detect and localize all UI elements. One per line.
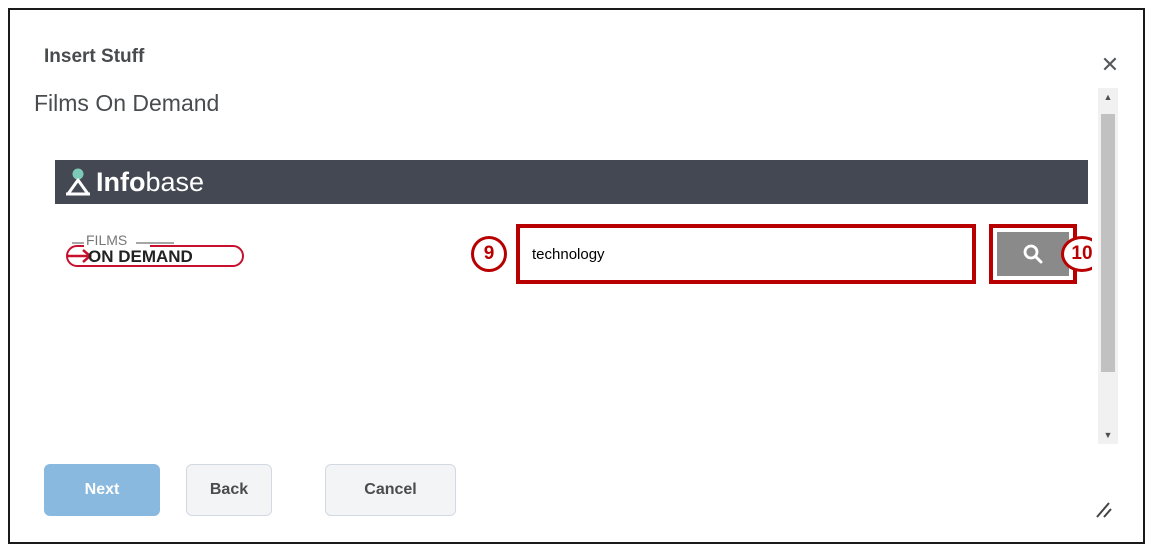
scroll-down-arrow-icon[interactable]: ▼ bbox=[1098, 426, 1118, 444]
resize-grip-icon[interactable] bbox=[1093, 497, 1117, 521]
close-icon: ✕ bbox=[1100, 52, 1120, 77]
back-button[interactable]: Back bbox=[186, 464, 272, 516]
callout-9: 9 bbox=[471, 236, 507, 272]
search-icon bbox=[1023, 244, 1043, 264]
fod-logo-line2: ON DEMAND bbox=[88, 247, 193, 266]
search-input[interactable] bbox=[532, 242, 952, 266]
infobase-person-icon bbox=[66, 168, 90, 196]
dialog-title: Insert Stuff bbox=[44, 46, 145, 67]
vertical-scrollbar[interactable]: ▲ ▼ bbox=[1098, 88, 1118, 444]
search-field[interactable] bbox=[516, 224, 976, 284]
close-button[interactable]: ✕ bbox=[1095, 50, 1125, 80]
section-heading: Films On Demand bbox=[34, 90, 220, 116]
scroll-thumb[interactable] bbox=[1101, 114, 1115, 372]
infobase-banner: Info base bbox=[55, 160, 1088, 204]
cancel-button[interactable]: Cancel bbox=[325, 464, 456, 516]
fod-logo-line1: FILMS bbox=[86, 232, 127, 248]
next-button[interactable]: Next bbox=[44, 464, 160, 516]
scroll-up-arrow-icon[interactable]: ▲ bbox=[1098, 88, 1118, 106]
films-on-demand-logo: FILMS ON DEMAND bbox=[64, 230, 250, 275]
infobase-logo-bold: Info bbox=[96, 166, 146, 197]
infobase-logo: Info base bbox=[65, 164, 204, 200]
dialog-content: Films On Demand Info base FILMS ON DEMAND bbox=[34, 84, 1092, 442]
infobase-logo-regular: base bbox=[145, 166, 205, 197]
search-button[interactable] bbox=[997, 232, 1069, 276]
